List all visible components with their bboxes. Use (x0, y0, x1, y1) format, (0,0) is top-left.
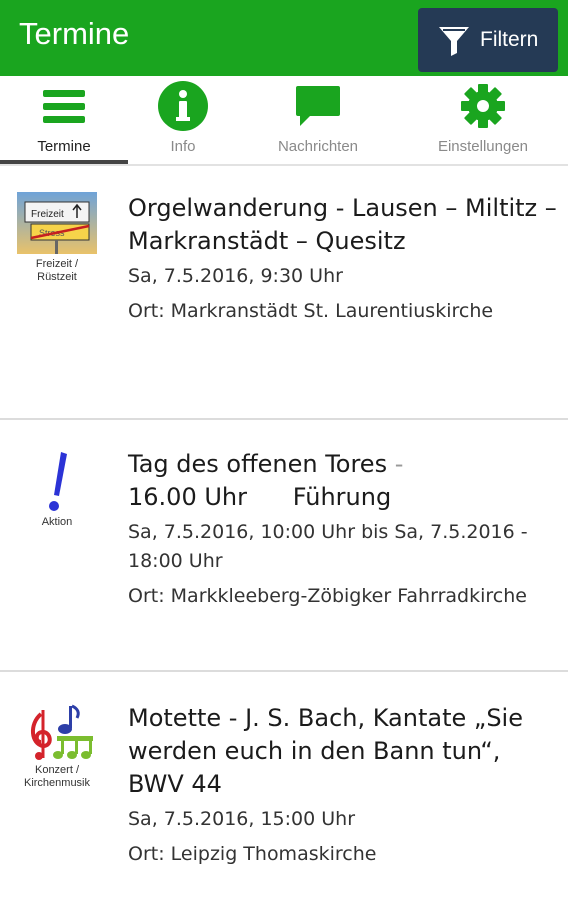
tab-label-termine: Termine (37, 138, 91, 155)
tab-nachrichten[interactable]: Nachrichten (250, 76, 386, 164)
filter-funnel-icon (439, 27, 469, 56)
event-list-item[interactable]: Freizeit Stress Freizeit / Rüstzeit Orge… (0, 166, 568, 420)
category-label: Freizeit / Rüstzeit (14, 258, 100, 284)
event-location: Ort: Leipzig Thomaskirche (128, 843, 377, 865)
event-title: Motette - J. S. Bach, Kantate „Sie werde… (128, 704, 523, 798)
event-title-main: Tag des offenen Tores (128, 450, 388, 478)
category-label: Konzert / Kirchenmusik (14, 764, 100, 790)
chat-icon (296, 86, 340, 126)
active-tab-indicator (0, 160, 128, 164)
tab-label-info: Info (170, 138, 196, 155)
event-date: Sa, 7.5.2016, 10:00 Uhr bis Sa, 7.5.2016… (128, 521, 528, 572)
category-label-line-1: Freizeit / (35, 258, 79, 270)
category-label-line-1: Konzert / (34, 764, 80, 776)
tab-einstellungen[interactable]: Einstellungen (418, 76, 548, 164)
event-title-rest: 16.00 Uhr Führung (128, 483, 392, 511)
event-location: Ort: Markkleeberg-Zöbigker Fahrradkirche (128, 585, 527, 607)
info-icon (158, 81, 208, 131)
tab-label-nachrichten: Nachrichten (277, 138, 359, 155)
event-title: Tag des offenen Tores - 16.00 Uhr Führun… (128, 448, 558, 514)
app-bar: Termine Filtern (0, 0, 568, 76)
event-title-separator: - (387, 450, 404, 478)
tab-info[interactable]: Info (128, 76, 238, 164)
category-label-line-1: Aktion (41, 516, 73, 528)
sign-top-text: Freizeit (31, 209, 64, 220)
category-label: Aktion (14, 516, 100, 529)
event-list: Freizeit Stress Freizeit / Rüstzeit Orge… (0, 166, 568, 900)
category-label-line-2: Rüstzeit (37, 271, 77, 283)
event-list-item[interactable]: Konzert / Kirchenmusik Motette - J. S. B… (0, 672, 568, 900)
filter-button[interactable]: Filtern (418, 8, 558, 72)
filter-button-label: Filtern (480, 28, 539, 51)
gear-icon (461, 84, 505, 128)
category-thumb: Freizeit Stress Freizeit / Rüstzeit (14, 192, 100, 284)
tab-bar: Termine Info Nachrichten Einstellungen (0, 76, 568, 166)
event-date: Sa, 7.5.2016, 9:30 Uhr (128, 265, 343, 287)
tab-label-einstellungen: Einstellungen (437, 138, 529, 155)
category-thumb: Aktion (14, 450, 100, 529)
menu-icon (43, 90, 85, 123)
exclamation-icon (49, 452, 67, 511)
tab-termine[interactable]: Termine (0, 76, 128, 164)
category-thumb: Konzert / Kirchenmusik (14, 702, 100, 790)
event-date: Sa, 7.5.2016, 15:00 Uhr (128, 808, 356, 830)
music-notes-icon (31, 704, 93, 760)
event-list-item[interactable]: Aktion Tag des offenen Tores - 16.00 Uhr… (0, 420, 568, 672)
freizeit-sign-icon: Freizeit Stress (17, 192, 97, 254)
event-title: Orgelwanderung - Lausen – Miltitz – Mark… (128, 194, 557, 255)
category-label-line-2: Kirchenmusik (23, 777, 91, 789)
page-title: Termine (19, 16, 130, 51)
event-location: Ort: Markranstädt St. Laurentiuskirche (128, 300, 494, 322)
